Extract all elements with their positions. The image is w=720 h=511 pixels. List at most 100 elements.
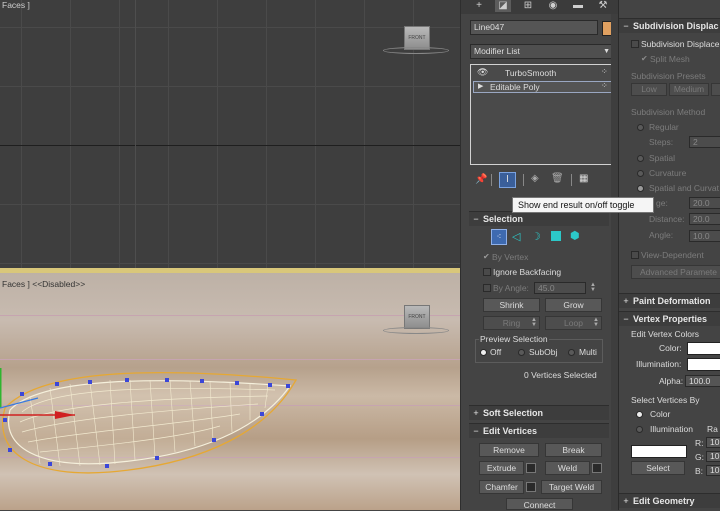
preview-off-radio[interactable] [480, 349, 487, 356]
modifier-list-dropdown[interactable]: Modifier List ▼ [470, 44, 615, 59]
by-vertex-label: By Vertex [492, 252, 529, 262]
angle-field[interactable]: 10.0 [689, 230, 720, 242]
preview-multi-radio[interactable] [568, 349, 575, 356]
edge-mode-icon[interactable]: ◁ [512, 230, 520, 243]
viewcube[interactable]: FRONT [404, 305, 430, 329]
subdivision-displacement-rollout[interactable]: − Subdivision Displac [619, 18, 720, 33]
utilities-icon[interactable]: ⚒ [595, 0, 611, 12]
vertex-properties-rollout[interactable]: − Vertex Properties [619, 311, 720, 326]
check-icon[interactable]: ✔ [483, 252, 490, 261]
soft-selection-rollout-header[interactable]: + Soft Selection [469, 405, 609, 420]
break-button[interactable]: Break [545, 443, 602, 457]
ignore-backfacing-checkbox[interactable] [483, 268, 491, 276]
select-color-swatch[interactable] [631, 445, 687, 458]
extrude-button[interactable]: Extrude [479, 461, 524, 475]
connect-button[interactable]: Connect [506, 498, 573, 510]
create-icon[interactable]: + [471, 0, 487, 12]
paint-deformation-rollout[interactable]: + Paint Deformation [619, 293, 720, 308]
viewport-bottom[interactable]: Faces ] <<Disabled>> FRONT [0, 273, 460, 510]
chamfer-settings-icon[interactable] [526, 482, 536, 492]
grow-button[interactable]: Grow [545, 298, 602, 312]
select-by-illumination-label: Illumination [650, 424, 693, 434]
viewport-top[interactable]: Faces ] FRONT [0, 0, 460, 270]
spatial-radio[interactable] [637, 155, 644, 162]
view-dependent-checkbox[interactable] [631, 251, 639, 259]
motion-icon[interactable]: ◉ [545, 0, 561, 12]
mesh-wireframe[interactable] [0, 368, 310, 498]
show-end-result-icon[interactable]: I [499, 172, 516, 188]
select-by-color-radio[interactable] [636, 411, 643, 418]
element-mode-icon[interactable]: ⬢ [570, 229, 580, 242]
preset-low-button[interactable]: Low [631, 83, 667, 96]
remove-button[interactable]: Remove [479, 443, 539, 457]
edge-field[interactable]: 20.0 [689, 197, 720, 209]
spinner-icon[interactable]: ▲ ▼ [589, 282, 597, 293]
modifier-name: TurboSmooth [505, 68, 557, 78]
subdivision-displacement-checkbox[interactable] [631, 40, 639, 48]
shrink-button[interactable]: Shrink [483, 298, 540, 312]
extrude-settings-icon[interactable] [526, 463, 536, 473]
viewcube-ring[interactable] [383, 47, 449, 54]
range-r-field[interactable]: 10 [706, 437, 720, 448]
preview-subobj-radio[interactable] [518, 349, 525, 356]
by-angle-field[interactable]: 45.0 [534, 282, 586, 294]
modifier-stack[interactable]: 👁 TurboSmooth ⁘ ▶ Editable Poly ⁘ [470, 64, 616, 165]
distance-label: Distance: [649, 214, 685, 224]
b-label: B: [695, 466, 704, 476]
polygon-mode-icon[interactable] [551, 231, 561, 241]
eye-icon[interactable]: 👁 [477, 67, 488, 78]
target-weld-button[interactable]: Target Weld [541, 480, 602, 494]
rollout-collapse-icon: − [473, 214, 479, 224]
curvature-radio[interactable] [637, 170, 644, 177]
configure-sets-icon[interactable]: ▦ [579, 173, 588, 184]
edit-vertices-rollout-header[interactable]: − Edit Vertices [469, 423, 609, 438]
pin-stack-icon[interactable]: 📌 [475, 174, 487, 185]
selection-rollout-header[interactable]: − Selection [469, 211, 609, 226]
modifier-stack-item[interactable]: ▶ Editable Poly ⁘ [473, 81, 613, 93]
rollout-collapse-icon: − [623, 314, 629, 324]
alpha-field[interactable]: 100.0 [685, 375, 720, 387]
spinner-icon[interactable]: ▲ ▼ [530, 317, 538, 328]
trash-icon[interactable]: 🗑 [551, 173, 564, 184]
viewport-label[interactable]: Faces ] [2, 0, 30, 10]
select-by-illumination-radio[interactable] [636, 426, 643, 433]
border-mode-icon[interactable]: ☽ [531, 230, 541, 243]
spatial-curvature-radio[interactable] [637, 185, 644, 192]
expand-arrow-icon[interactable]: ▶ [478, 82, 483, 90]
modify-icon[interactable]: ◪ [495, 0, 511, 12]
check-icon[interactable]: ✔ [641, 54, 648, 63]
angle-label: Angle: [649, 230, 674, 240]
preset-medium-button[interactable]: Medium [669, 83, 709, 96]
spatial-curvature-label: Spatial and Curvat [649, 183, 719, 193]
illumination-color-swatch[interactable] [687, 358, 720, 371]
distance-field[interactable]: 20.0 [689, 213, 720, 225]
spinner-icon[interactable]: ▲ ▼ [592, 317, 600, 328]
subdivision-displacement-label: Subdivision Displace [641, 39, 720, 49]
display-icon[interactable]: ▬ [570, 0, 586, 12]
modifier-stack-item[interactable]: 👁 TurboSmooth ⁘ [473, 67, 613, 79]
viewcube-ring[interactable] [383, 327, 449, 334]
weld-button[interactable]: Weld [545, 461, 590, 475]
preset-high-button[interactable] [711, 83, 720, 96]
regular-radio[interactable] [637, 124, 644, 131]
advanced-parameters-button[interactable]: Advanced Paramete [631, 265, 720, 279]
grid-axis-line [0, 145, 460, 146]
vertex-mode-icon[interactable]: ⁖ [491, 229, 507, 245]
vertex-color-swatch[interactable] [687, 342, 720, 355]
by-angle-checkbox[interactable] [483, 284, 491, 292]
steps-field[interactable]: 2 [689, 136, 720, 148]
range-b-field[interactable]: 10 [706, 465, 720, 476]
modifier-options-icon[interactable]: ⁘ [601, 67, 608, 76]
weld-settings-icon[interactable] [592, 463, 602, 473]
range-g-field[interactable]: 10 [706, 451, 720, 462]
chamfer-button[interactable]: Chamfer [479, 480, 524, 494]
viewport-label[interactable]: Faces ] <<Disabled>> [2, 279, 85, 289]
object-name-field[interactable]: Line047 [470, 20, 598, 35]
make-unique-icon[interactable]: ◈ [531, 173, 539, 184]
select-button[interactable]: Select [631, 461, 685, 475]
modifier-options-icon[interactable]: ⁘ [601, 81, 608, 90]
vertex-properties-title: Vertex Properties [633, 314, 708, 324]
hierarchy-icon[interactable]: ⊞ [520, 0, 536, 12]
edit-geometry-rollout[interactable]: + Edit Geometry [619, 493, 720, 508]
modifier-name: Editable Poly [490, 82, 540, 92]
